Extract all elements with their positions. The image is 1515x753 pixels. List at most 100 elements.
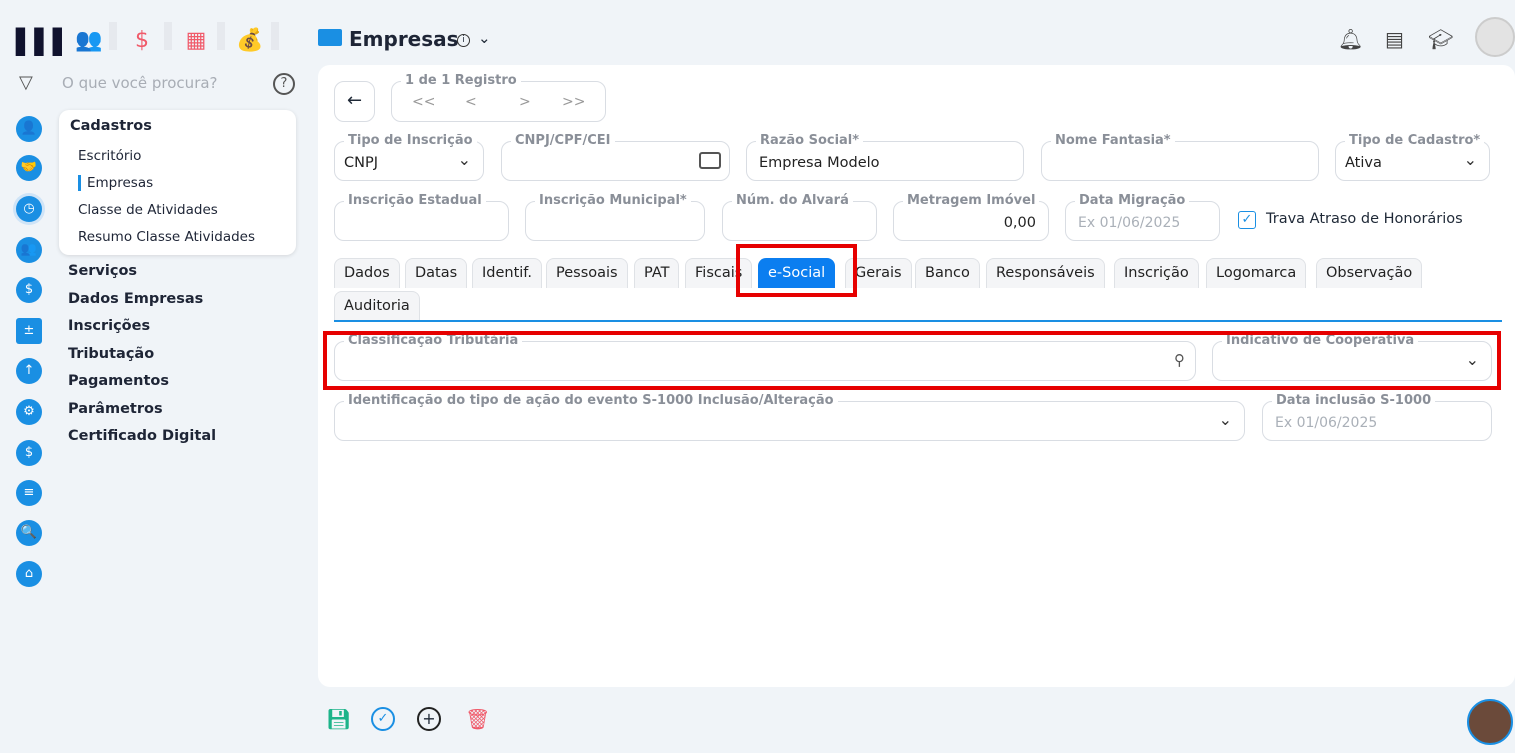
- first-record-button[interactable]: <<: [412, 94, 435, 110]
- tab-inscricao[interactable]: Inscrição: [1114, 258, 1199, 288]
- bell-icon[interactable]: 🔔︎: [1338, 27, 1363, 51]
- assistant-avatar[interactable]: [1467, 699, 1513, 745]
- separator: [217, 22, 225, 50]
- chevron-down-icon: ⌄: [1463, 150, 1477, 169]
- cnpj-input[interactable]: CNPJ/CPF/CEI: [501, 133, 730, 181]
- chevron-down-icon: ⌄: [457, 150, 471, 169]
- placeholder: Ex 01/06/2025: [1078, 215, 1181, 231]
- submenu-classe-atividades[interactable]: Classe de Atividades: [78, 202, 218, 218]
- menu-pagamentos[interactable]: Pagamentos: [68, 373, 169, 389]
- layers-icon[interactable]: ≡: [16, 480, 42, 506]
- menu-servicos[interactable]: Serviços: [68, 263, 137, 279]
- delete-icon[interactable]: 🗑︎: [465, 707, 490, 731]
- last-record-button[interactable]: >>: [562, 94, 585, 110]
- people-module-icon[interactable]: 👥: [74, 28, 104, 58]
- home-icon[interactable]: ⌂: [16, 561, 42, 587]
- graduation-cap-icon[interactable]: 🎓︎: [1428, 27, 1453, 51]
- search-icon[interactable]: 🔍: [16, 520, 42, 546]
- menu-cadastros[interactable]: Cadastros: [70, 118, 152, 134]
- label: Razão Social*: [756, 133, 864, 148]
- razao-social-input[interactable]: Razão Social* Empresa Modelo: [746, 133, 1024, 181]
- trava-label: Trava Atraso de Honorários: [1266, 211, 1463, 227]
- back-button[interactable]: ←: [334, 81, 375, 122]
- menu-inscricoes[interactable]: Inscrições: [68, 318, 150, 334]
- tipo-inscricao-select[interactable]: Tipo de Inscrição CNPJ ⌄: [334, 133, 484, 181]
- menu-parametros[interactable]: Parâmetros: [68, 401, 163, 417]
- tab-pat[interactable]: PAT: [634, 258, 680, 288]
- value: Empresa Modelo: [759, 155, 880, 171]
- nome-fantasia-input[interactable]: Nome Fantasia*: [1041, 133, 1319, 181]
- alvara-input[interactable]: Núm. do Alvará: [722, 193, 877, 241]
- add-icon[interactable]: +: [417, 707, 441, 731]
- handshake-icon[interactable]: 🤝: [16, 155, 42, 181]
- inscricao-municipal-input[interactable]: Inscrição Municipal*: [525, 193, 705, 241]
- tab-observacao[interactable]: Observação: [1316, 258, 1423, 288]
- trava-checkbox[interactable]: ✓: [1238, 211, 1256, 229]
- calculator-icon[interactable]: ±: [16, 318, 42, 344]
- dollar-icon[interactable]: $: [16, 277, 42, 303]
- menu-dados-empresas[interactable]: Dados Empresas: [68, 291, 203, 307]
- label: Data Migração: [1075, 193, 1190, 208]
- data-migracao-input[interactable]: Data Migração Ex 01/06/2025: [1065, 193, 1220, 241]
- value: Ativa: [1345, 155, 1382, 171]
- dollar-module-icon[interactable]: $: [127, 28, 157, 58]
- tax-icon[interactable]: ↑: [16, 358, 42, 384]
- next-record-button[interactable]: >: [519, 94, 531, 110]
- money-bag-module-icon[interactable]: 💰: [235, 28, 265, 58]
- tab-responsaveis[interactable]: Responsáveis: [986, 258, 1105, 288]
- search-input[interactable]: O que você procura?: [62, 74, 218, 92]
- chevron-down-icon: ⌄: [1218, 410, 1232, 429]
- record-count: 1 de 1 Registro: [401, 73, 521, 88]
- monitor-icon: [318, 29, 342, 46]
- label: Núm. do Alvará: [732, 193, 853, 208]
- confirm-icon[interactable]: ✓: [371, 707, 395, 731]
- submenu-resumo-classe[interactable]: Resumo Classe Atividades: [78, 229, 255, 245]
- tab-pessoais[interactable]: Pessoais: [546, 258, 628, 288]
- save-icon[interactable]: 💾︎: [326, 707, 351, 731]
- users-icon[interactable]: 👥: [16, 237, 42, 263]
- highlight-fields: [323, 331, 1501, 390]
- label: Metragem Imóvel: [903, 193, 1040, 208]
- label: Nome Fantasia*: [1051, 133, 1175, 148]
- label: CNPJ/CPF/CEI: [511, 133, 615, 148]
- prev-record-button[interactable]: <: [465, 94, 477, 110]
- submenu-empresas[interactable]: Empresas: [87, 175, 153, 191]
- label: Identificação do tipo de ação do evento …: [344, 393, 838, 408]
- tipo-cadastro-select[interactable]: Tipo de Cadastro* Ativa ⌄: [1335, 133, 1490, 181]
- id-card-icon[interactable]: [699, 152, 721, 169]
- record-navigator: 1 de 1 Registro << < > >>: [391, 73, 606, 122]
- help-icon[interactable]: ?: [273, 73, 295, 95]
- page-title: Empresas: [349, 27, 459, 51]
- acao-s1000-select[interactable]: Identificação do tipo de ação do evento …: [334, 393, 1245, 441]
- chevron-down-icon[interactable]: ⌄: [478, 29, 491, 47]
- label: Tipo de Inscrição: [344, 133, 477, 148]
- label: Data inclusão S-1000: [1272, 393, 1436, 408]
- value: CNPJ: [344, 155, 378, 171]
- submenu-escritorio[interactable]: Escritório: [78, 148, 141, 164]
- report-icon[interactable]: ▤: [1385, 27, 1404, 51]
- filter-icon[interactable]: ▽: [19, 72, 33, 93]
- menu-certificado[interactable]: Certificado Digital: [68, 428, 216, 444]
- info-icon[interactable]: i: [457, 34, 470, 47]
- tab-underline: [334, 320, 1502, 322]
- money-bag-icon[interactable]: $: [16, 440, 42, 466]
- label: Inscrição Estadual: [344, 193, 486, 208]
- label: Tipo de Cadastro*: [1345, 133, 1485, 148]
- tab-auditoria[interactable]: Auditoria: [334, 291, 420, 321]
- tab-banco[interactable]: Banco: [915, 258, 980, 288]
- calculator-module-icon[interactable]: ▦: [181, 28, 211, 58]
- user-settings-icon[interactable]: 👤: [16, 116, 42, 142]
- separator: [271, 22, 279, 50]
- inscricao-estadual-input[interactable]: Inscrição Estadual: [334, 193, 509, 241]
- menu-tributacao[interactable]: Tributação: [68, 346, 154, 362]
- tab-dados[interactable]: Dados: [334, 258, 400, 288]
- clock-icon[interactable]: ◷: [16, 196, 42, 222]
- avatar[interactable]: [1475, 17, 1515, 57]
- value: 0,00: [1003, 215, 1036, 231]
- gear-icon[interactable]: ⚙: [16, 399, 42, 425]
- data-s1000-input[interactable]: Data inclusão S-1000 Ex 01/06/2025: [1262, 393, 1492, 441]
- metragem-input[interactable]: Metragem Imóvel 0,00: [893, 193, 1049, 241]
- tab-logomarca[interactable]: Logomarca: [1206, 258, 1307, 288]
- tab-identif[interactable]: Identif.: [472, 258, 542, 288]
- tab-datas[interactable]: Datas: [405, 258, 468, 288]
